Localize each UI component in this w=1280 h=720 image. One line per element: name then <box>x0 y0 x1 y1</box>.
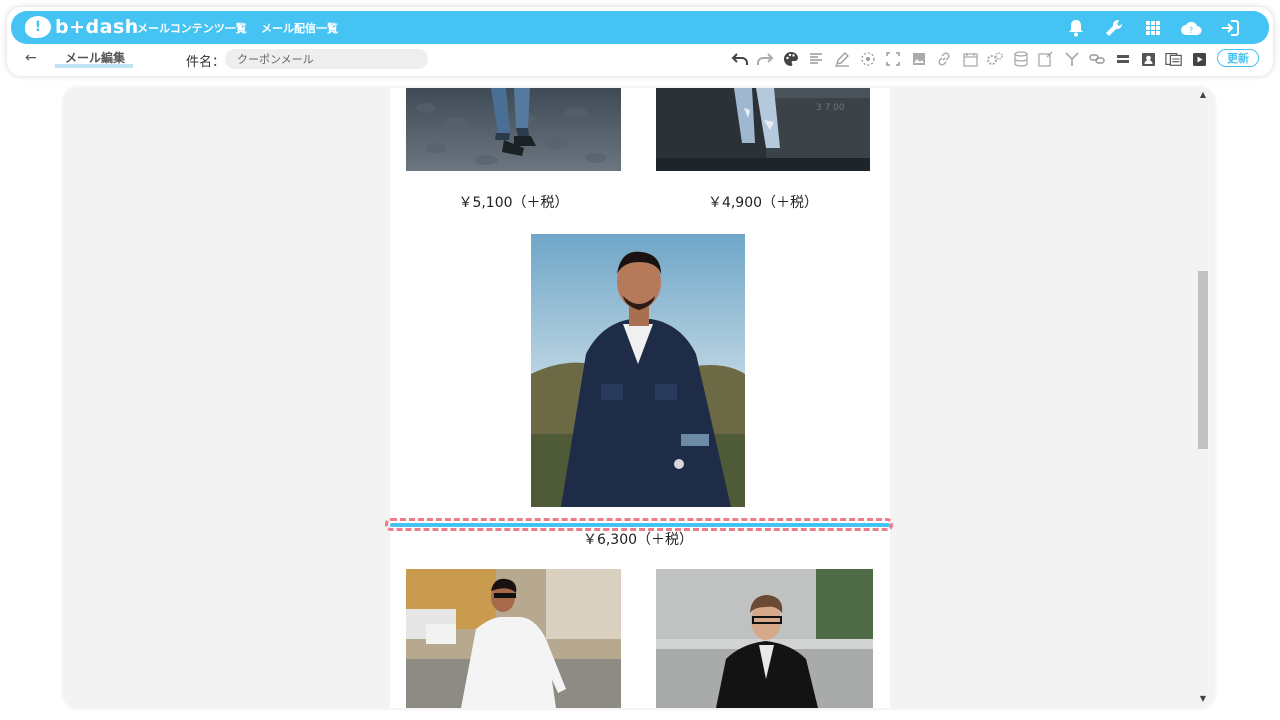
svg-text:3 7 00: 3 7 00 <box>816 103 845 113</box>
gears-icon[interactable] <box>986 50 1004 68</box>
editor-toolbar: ← メール編集 件名： クーポンメール 更新 <box>11 46 1269 74</box>
logout-icon[interactable] <box>1218 16 1242 40</box>
top-nav-bar: ! b+dash メールコンテンツ一覧 メール配信一覧 ? <box>11 11 1269 44</box>
link-chain-icon[interactable] <box>1088 50 1106 68</box>
database-icon[interactable] <box>1012 50 1030 68</box>
grid-icon[interactable] <box>1141 16 1165 40</box>
subject-input[interactable] <box>225 49 428 69</box>
logo-bubble-icon: ! <box>25 16 51 38</box>
back-arrow-icon[interactable]: ← <box>25 50 37 66</box>
calendar-icon[interactable] <box>961 50 979 68</box>
update-button[interactable]: 更新 <box>1217 49 1259 67</box>
product-photo-black-coat[interactable] <box>656 569 873 708</box>
svg-text:?: ? <box>1189 26 1193 35</box>
scroll-down-arrow-icon[interactable]: ▼ <box>1198 694 1208 703</box>
undo-icon[interactable] <box>731 50 749 68</box>
product-photo-jeans-1[interactable] <box>406 88 621 171</box>
email-canvas[interactable]: 3 7 00 ￥5,100（＋税） ￥4,900（＋税） ￥6,300（＋税） … <box>64 88 1214 708</box>
target-icon[interactable] <box>859 50 877 68</box>
pen-icon[interactable] <box>833 50 851 68</box>
product-price-3[interactable]: ￥6,300（＋税） <box>531 529 745 549</box>
video-icon[interactable] <box>1190 50 1208 68</box>
bell-icon[interactable] <box>1064 16 1088 40</box>
product-photo-white-shirt[interactable] <box>406 569 621 708</box>
wrench-icon[interactable] <box>1102 16 1126 40</box>
logo-text: b+dash <box>55 16 139 38</box>
link-icon[interactable] <box>935 50 953 68</box>
breadcrumb[interactable]: メール編集 <box>55 52 134 68</box>
palette-icon[interactable] <box>782 50 800 68</box>
split-icon[interactable] <box>1063 50 1081 68</box>
app-logo[interactable]: ! b+dash <box>25 15 139 39</box>
product-photo-denim-jacket[interactable] <box>531 234 745 507</box>
edit-doc-icon[interactable] <box>1037 50 1055 68</box>
cards-icon[interactable] <box>1165 50 1183 68</box>
email-preview: 3 7 00 ￥5,100（＋税） ￥4,900（＋税） ￥6,300（＋税） <box>390 88 890 708</box>
subject-label: 件名： <box>186 55 226 70</box>
product-photo-jeans-2[interactable]: 3 7 00 <box>656 88 870 171</box>
text-align-icon[interactable] <box>807 50 825 68</box>
selection-outline <box>385 518 893 531</box>
product-price-1[interactable]: ￥5,100（＋税） <box>406 192 621 212</box>
image-icon[interactable] <box>910 50 928 68</box>
nav-mail-delivery[interactable]: メール配信一覧 <box>261 20 338 36</box>
bar-icon[interactable] <box>1114 50 1132 68</box>
help-cloud-icon[interactable]: ? <box>1179 16 1203 40</box>
redo-icon[interactable] <box>756 50 774 68</box>
nav-mail-contents[interactable]: メールコンテンツ一覧 <box>137 20 247 36</box>
expand-icon[interactable] <box>884 50 902 68</box>
product-price-2[interactable]: ￥4,900（＋税） <box>656 192 870 212</box>
contact-card-icon[interactable] <box>1139 50 1157 68</box>
scrollbar-thumb[interactable] <box>1198 271 1208 449</box>
scroll-up-arrow-icon[interactable]: ▲ <box>1198 90 1208 99</box>
